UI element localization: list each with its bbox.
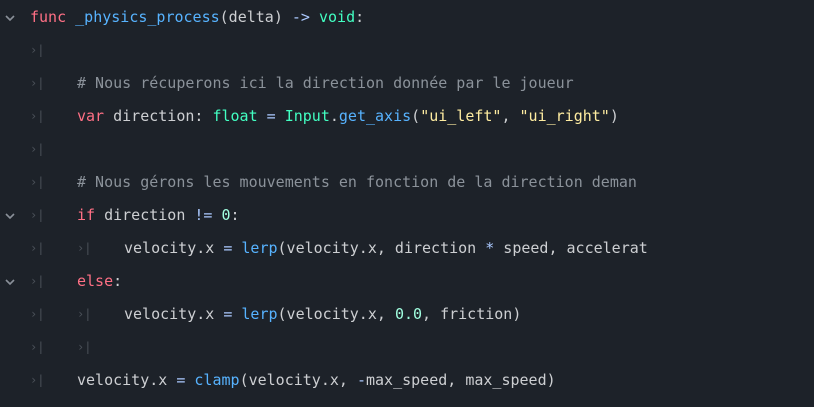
code-line[interactable]: ›| ›|: [0, 331, 814, 364]
code-token: (delta): [219, 8, 292, 26]
code-editor[interactable]: func _physics_process(delta) -> void: ›| ›…: [0, 0, 814, 407]
code-token: (: [411, 107, 421, 125]
code-token: 0: [221, 206, 231, 224]
code-token: clamp: [194, 371, 240, 389]
code-token: else: [77, 272, 114, 290]
code-token: (velocity.x, direction: [277, 239, 486, 257]
code-line[interactable]: ›| else:: [0, 265, 814, 298]
code-line[interactable]: ›|: [0, 133, 814, 166]
fold-chevron-icon[interactable]: [3, 199, 17, 232]
fold-chevron-icon[interactable]: [3, 265, 17, 298]
tab-indent-icon: ›|: [30, 109, 45, 123]
code-line[interactable]: ›| ›| velocity.x = lerp(velocity.x, 0.0, f…: [0, 298, 814, 331]
tab-indent-icon: ›|: [30, 175, 45, 189]
code-line[interactable]: ›| if direction != 0:: [0, 199, 814, 232]
code-token: if: [77, 206, 96, 224]
code-token: ->: [291, 8, 310, 26]
code-token: "ui_right": [519, 107, 610, 125]
tab-indent-icon: ›|: [30, 43, 45, 57]
code-token: ): [609, 107, 619, 125]
code-text: velocity.x = lerp(velocity.x, 0.0, frict…: [124, 298, 521, 331]
code-line[interactable]: ›| velocity.x = clamp(velocity.x, -max_sp…: [0, 364, 814, 397]
code-token: lerp: [241, 239, 278, 257]
code-token: velocity.x: [124, 239, 224, 257]
code-token: var: [77, 107, 105, 125]
code-token: (velocity.x,: [239, 371, 357, 389]
tab-indent-icon: ›|: [30, 307, 45, 321]
code-token: float: [212, 107, 258, 125]
tab-indent-icon: ›|: [30, 373, 45, 387]
code-line[interactable]: ›| # Nous récuperons ici la direction don…: [0, 67, 814, 100]
code-line[interactable]: ›|: [0, 34, 814, 67]
code-token: func: [30, 8, 67, 26]
code-token: =: [266, 107, 276, 125]
tab-indent-icon: ›|: [77, 241, 92, 255]
code-token: *: [485, 239, 495, 257]
code-token: , friction): [422, 305, 522, 323]
code-token: .: [329, 107, 339, 125]
code-token: :: [355, 8, 365, 26]
code-text: velocity.x = clamp(velocity.x, -max_spee…: [77, 364, 556, 397]
code-token: :: [113, 272, 123, 290]
code-token: :: [230, 206, 240, 224]
fold-chevron-icon[interactable]: [3, 1, 17, 34]
tab-indent-icon: ›|: [30, 274, 45, 288]
tab-indent-icon: ›|: [77, 307, 92, 321]
code-token: get_axis: [338, 107, 412, 125]
tab-indent-icon: ›|: [30, 76, 45, 90]
code-text: # Nous récuperons ici la direction donné…: [77, 67, 574, 100]
code-token: # Nous gérons les mouvements en fonction…: [77, 173, 637, 191]
code-token: lerp: [241, 305, 278, 323]
tab-indent-icon: ›|: [30, 142, 45, 156]
code-token: speed, accelerat: [494, 239, 648, 257]
code-text: else:: [77, 265, 122, 298]
code-text: # Nous gérons les mouvements en fonction…: [77, 166, 637, 199]
code-token: 0.0: [394, 305, 423, 323]
code-text: var direction: float = Input.get_axis("u…: [77, 100, 619, 133]
code-token: max_speed, max_speed): [366, 371, 556, 389]
tab-indent-icon: ›|: [77, 340, 92, 354]
code-line[interactable]: ›| # Nous gérons les mouvements en foncti…: [0, 166, 814, 199]
code-token: direction:: [104, 107, 213, 125]
code-line[interactable]: ›| var direction: float = Input.get_axis(…: [0, 100, 814, 133]
code-token: ,: [501, 107, 520, 125]
code-token: velocity.x: [77, 371, 177, 389]
code-token: _physics_process: [75, 8, 220, 26]
code-token: -: [356, 371, 366, 389]
tab-indent-icon: ›|: [30, 208, 45, 222]
tab-indent-icon: ›|: [30, 241, 45, 255]
code-text: func _physics_process(delta) -> void:: [30, 1, 364, 34]
code-token: # Nous récuperons ici la direction donné…: [77, 74, 574, 92]
code-token: "ui_left": [420, 107, 502, 125]
code-token: Input: [284, 107, 330, 125]
code-line[interactable]: func _physics_process(delta) -> void:: [0, 1, 814, 34]
code-token: void: [319, 8, 356, 26]
code-token: direction: [95, 206, 195, 224]
code-text: velocity.x = lerp(velocity.x, direction …: [124, 232, 648, 265]
code-token: (velocity.x,: [277, 305, 395, 323]
tab-indent-icon: ›|: [30, 340, 45, 354]
code-token: !=: [194, 206, 213, 224]
code-token: velocity.x: [124, 305, 224, 323]
code-line[interactable]: ›| ›| velocity.x = lerp(velocity.x, direct…: [0, 232, 814, 265]
code-text: if direction != 0:: [77, 199, 240, 232]
